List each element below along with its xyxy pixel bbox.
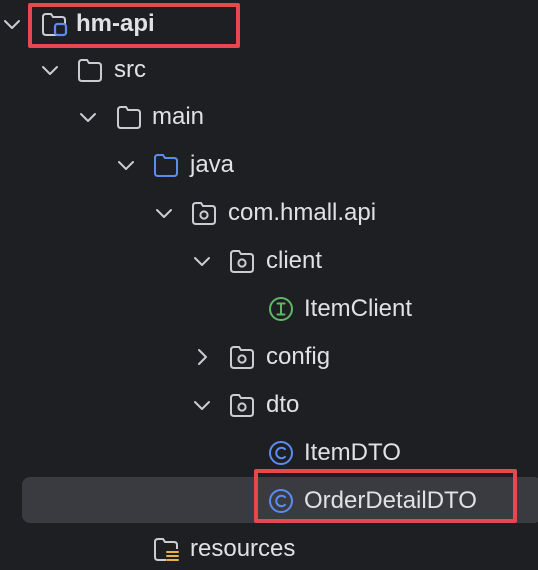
tree-item-itemdto[interactable]: ItemDTO <box>0 429 538 477</box>
chevron-down-icon[interactable] <box>114 153 138 177</box>
tree-item-orderdetaildto[interactable]: OrderDetailDTO <box>0 477 538 525</box>
tree-item-label: resources <box>190 535 296 562</box>
tree-item-label: com.hmall.api <box>228 199 377 226</box>
class-icon <box>267 439 295 467</box>
folder-icon <box>115 103 143 131</box>
tree-item-label: ItemClient <box>304 295 413 322</box>
chevron-down-icon[interactable] <box>152 201 176 225</box>
chevron-down-icon[interactable] <box>190 393 214 417</box>
folder-icon <box>76 56 104 84</box>
package-icon <box>228 391 256 419</box>
tree-item-label: dto <box>266 391 300 418</box>
tree-item-label: main <box>152 103 205 130</box>
chevron-down-icon[interactable] <box>38 58 62 82</box>
tree-item-dto[interactable]: dto <box>0 381 538 429</box>
tree-item-client[interactable]: client <box>0 237 538 285</box>
tree-item-label: config <box>266 343 331 370</box>
tree-item-label: ItemDTO <box>304 439 401 466</box>
tree-item-src[interactable]: src <box>0 46 538 94</box>
tree-item-label: src <box>114 56 146 83</box>
tree-item-label: client <box>266 247 323 274</box>
class-icon <box>267 487 295 515</box>
chevron-right-icon[interactable] <box>190 345 214 369</box>
tree-item-label: java <box>190 151 235 178</box>
chevron-down-icon[interactable] <box>190 249 214 273</box>
tree-item-com-hmall-api[interactable]: com.hmall.api <box>0 189 538 237</box>
tree-item-main[interactable]: main <box>0 93 538 141</box>
tree-item-hm-api[interactable]: hm-api <box>0 0 538 48</box>
interface-icon <box>267 295 295 323</box>
tree-item-config[interactable]: config <box>0 333 538 381</box>
module-folder-icon <box>40 10 68 38</box>
package-icon <box>228 343 256 371</box>
chevron-down-icon[interactable] <box>0 12 24 36</box>
source-folder-icon <box>152 151 180 179</box>
resources-folder-icon <box>152 535 180 563</box>
package-icon <box>190 199 218 227</box>
tree-item-resources[interactable]: resources <box>0 525 538 570</box>
chevron-down-icon[interactable] <box>76 105 100 129</box>
tree-item-label: hm-api <box>76 10 155 37</box>
tree-item-java[interactable]: java <box>0 141 538 189</box>
tree-item-itemclient[interactable]: ItemClient <box>0 285 538 333</box>
package-icon <box>228 247 256 275</box>
tree-item-label: OrderDetailDTO <box>304 487 477 514</box>
